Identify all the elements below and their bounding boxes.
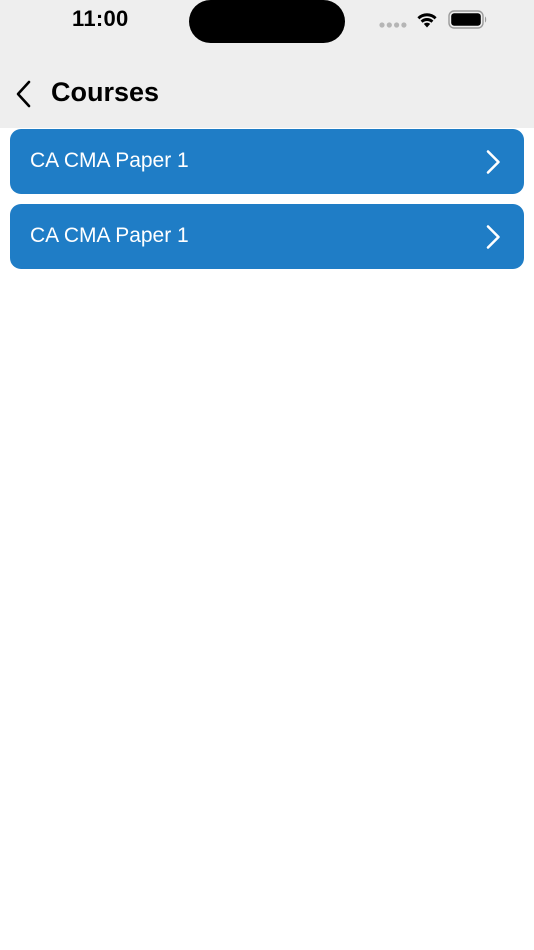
- dynamic-island: [189, 0, 345, 43]
- course-label: CA CMA Paper 1: [30, 224, 189, 247]
- course-item[interactable]: CA CMA Paper 1: [10, 129, 524, 194]
- cellular-signal-icon: [379, 22, 407, 28]
- header-area: 11:00 Courses: [0, 0, 534, 128]
- back-button[interactable]: [4, 72, 44, 116]
- battery-icon: [448, 10, 487, 29]
- wifi-icon: [417, 13, 437, 28]
- chevron-right-icon: [486, 150, 500, 174]
- page-title: Courses: [51, 77, 160, 107]
- chevron-left-icon: [16, 80, 31, 108]
- chevron-right-icon: [486, 225, 500, 249]
- course-list: CA CMA Paper 1 CA CMA Paper 1: [10, 129, 524, 279]
- status-time: 11:00: [72, 6, 129, 31]
- screen: 11:00 Courses CA CMA Paper 1 CA CMA Pape…: [0, 0, 534, 950]
- course-label: CA CMA Paper 1: [30, 149, 189, 172]
- course-item[interactable]: CA CMA Paper 1: [10, 204, 524, 269]
- navigation-bar: Courses: [0, 70, 534, 118]
